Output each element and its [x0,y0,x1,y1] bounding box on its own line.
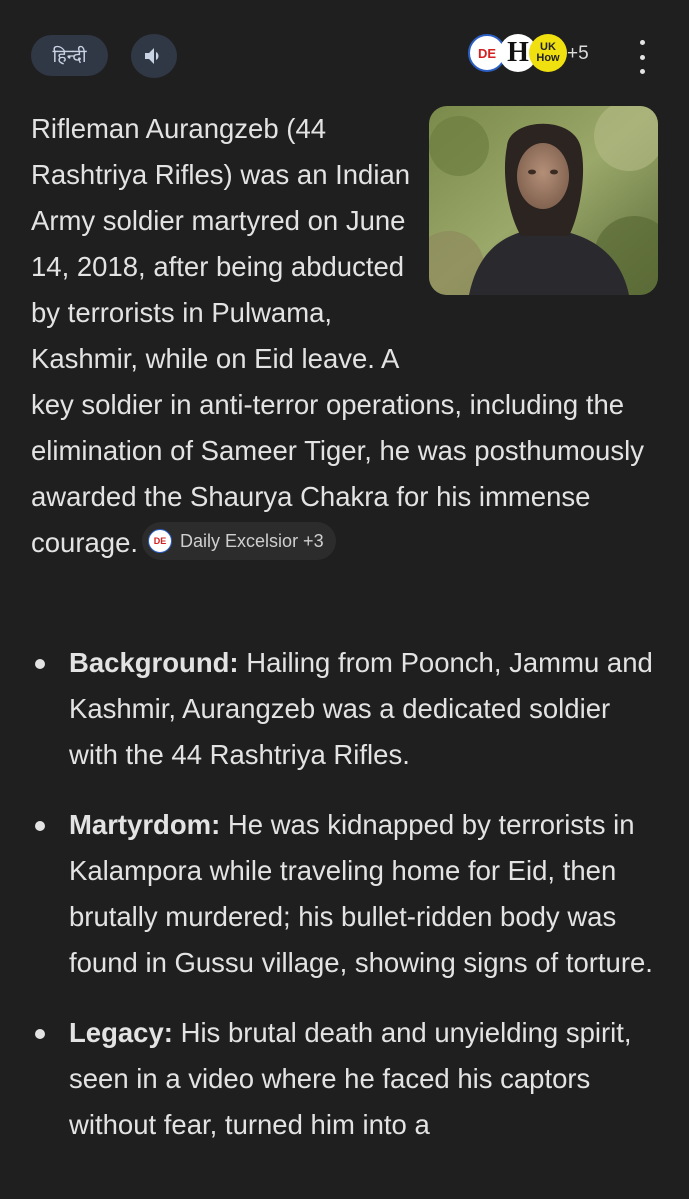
source-icons[interactable]: DE H UK How +5 [468,34,628,74]
bullet-title: Background: [69,647,239,678]
top-bar: हिन्दी DE H UK How +5 [0,0,689,110]
photo-spacer [421,106,661,338]
bullet-dot [35,1029,45,1039]
list-item: Background: Hailing from Poonch, Jammu a… [0,640,689,778]
citation-chip[interactable]: DE Daily Excelsior +3 [142,521,336,560]
daily-excelsior-logo: DE [148,528,173,553]
overview-text: Rifleman Aurangzeb (44 Rashtriya Rifles)… [31,106,661,566]
more-sources-count: +5 [567,43,589,64]
bullet-dot [35,659,45,669]
bullet-dot [35,821,45,831]
list-item: Martyrdom: He was kidnapped by terrorist… [0,802,689,986]
bullet-title: Legacy: [69,1017,173,1048]
uk-how-logo: UK How [529,34,567,72]
list-item: Legacy: His brutal death and unyielding … [0,1010,689,1148]
citation-label: Daily Excelsior +3 [180,530,324,551]
listen-button[interactable] [131,34,177,78]
speaker-icon [145,48,159,64]
bullet-title: Martyrdom: [69,809,221,840]
uk-how-logo-line2: How [536,52,560,64]
language-chip-hindi[interactable]: हिन्दी [31,35,108,76]
key-points-list: Background: Hailing from Poonch, Jammu a… [0,640,689,1172]
more-vert-icon[interactable] [628,40,656,74]
